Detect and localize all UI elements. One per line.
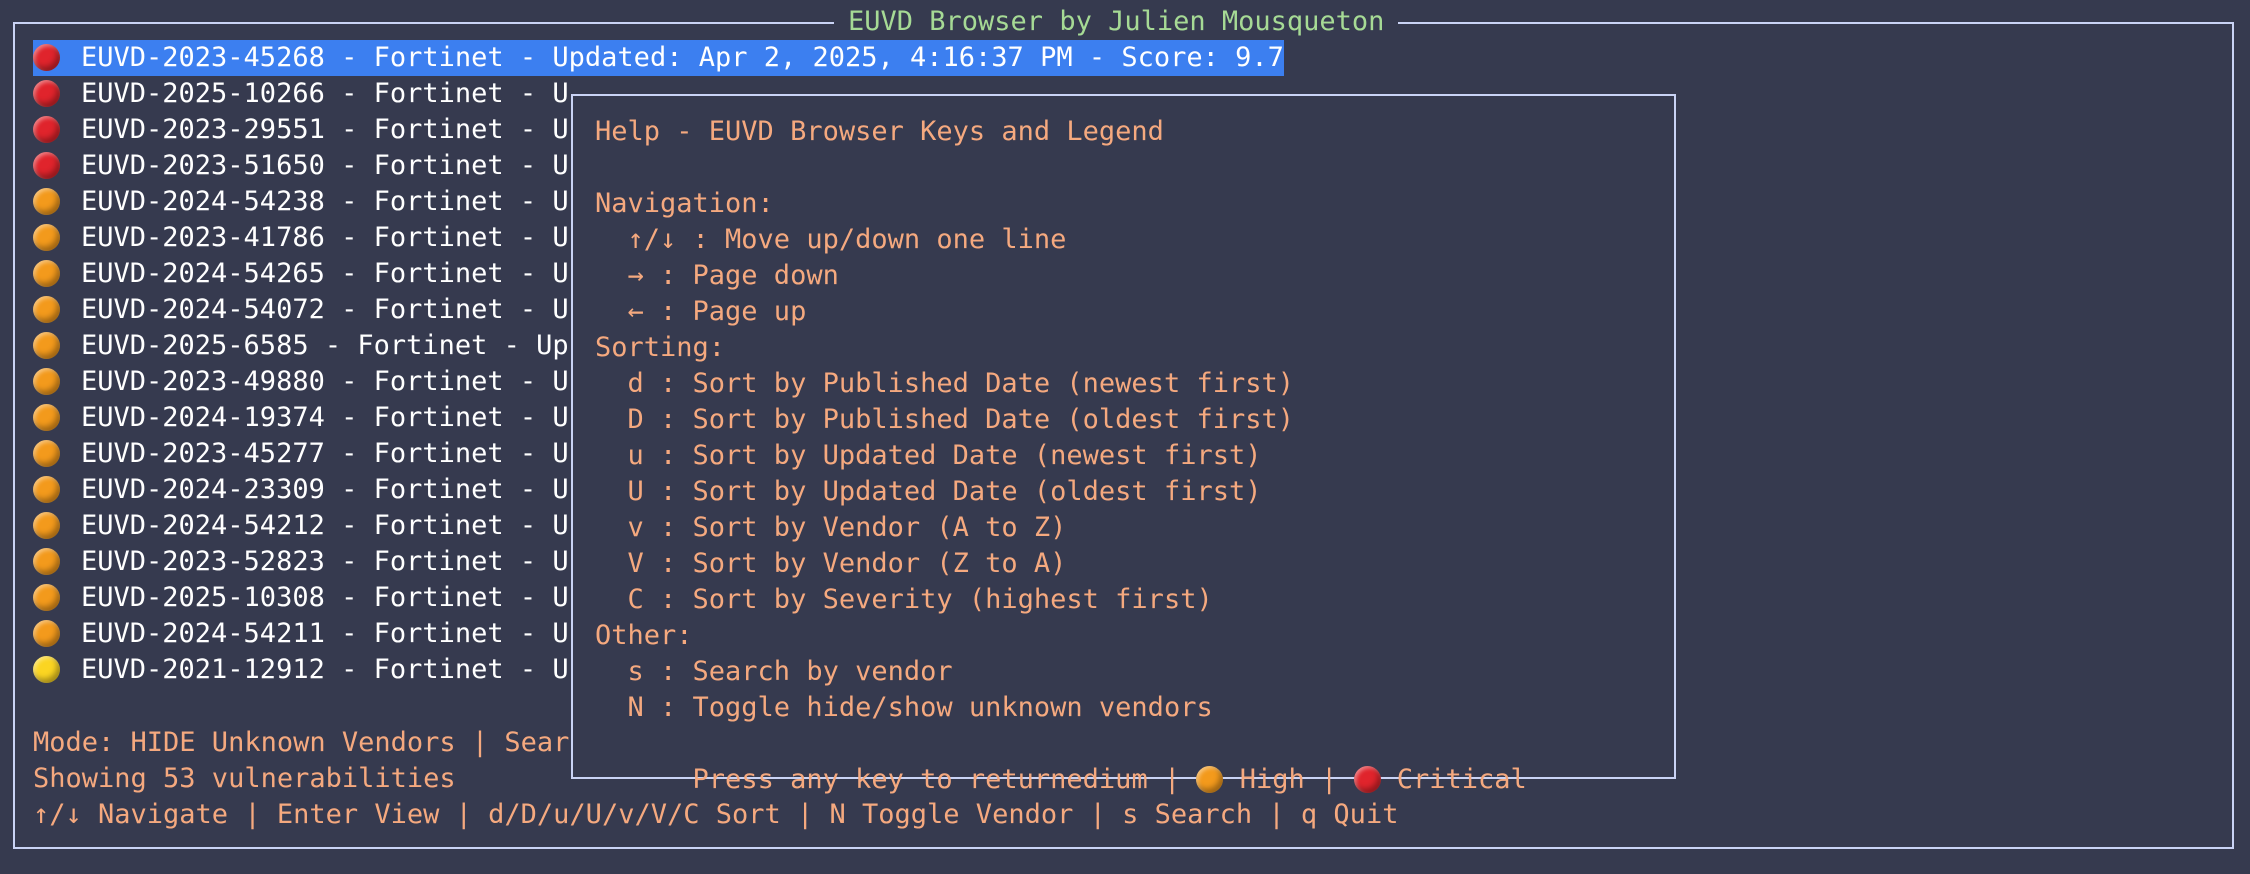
- help-item-toggle-vendors: N : Toggle hide/show unknown vendors: [595, 692, 1213, 723]
- help-item-sort-severity: C : Sort by Severity (highest first): [595, 584, 1213, 615]
- list-item[interactable]: EUVD-2024-54072 - Fortinet - U: [33, 292, 569, 328]
- orange-circle-icon: [33, 548, 60, 575]
- key-hints: ↑/↓ Navigate | Enter View | d/D/u/U/v/V/…: [33, 799, 1399, 830]
- list-item-text: EUVD-2024-23309 - Fortinet - U: [81, 474, 569, 505]
- sorting-header: Sorting:: [595, 332, 726, 363]
- help-item-sort-vendor-za: V : Sort by Vendor (Z to A): [595, 548, 1067, 579]
- orange-circle-icon: [33, 296, 60, 323]
- orange-circle-icon: [33, 440, 60, 467]
- orange-circle-icon: [33, 332, 60, 359]
- orange-circle-icon: [33, 260, 60, 287]
- list-item[interactable]: EUVD-2023-49880 - Fortinet - U: [33, 364, 569, 400]
- terminal-window: EUVD Browser by Julien Mousqueton EUVD-2…: [0, 0, 2250, 874]
- list-item[interactable]: EUVD-2023-51650 - Fortinet - U: [33, 148, 569, 184]
- list-item[interactable]: EUVD-2025-6585 - Fortinet - Up: [33, 328, 569, 364]
- orange-circle-icon: [33, 584, 60, 611]
- list-item-text: EUVD-2023-45277 - Fortinet - U: [81, 438, 569, 469]
- other-header: Other:: [595, 620, 693, 651]
- list-item-text: EUVD-2025-10266 - Fortinet - U: [81, 78, 569, 109]
- list-item-text: EUVD-2024-54212 - Fortinet - U: [81, 510, 569, 541]
- mode-status: Mode: HIDE Unknown Vendors | Sear: [33, 727, 570, 758]
- list-item-text: EUVD-2024-54265 - Fortinet - U: [81, 258, 569, 289]
- list-item[interactable]: EUVD-2023-45268 - Fortinet - Updated: Ap…: [33, 40, 1284, 76]
- vulnerability-count: Showing 53 vulnerabilities: [33, 763, 456, 794]
- list-item-text: EUVD-2023-52823 - Fortinet - U: [81, 546, 569, 577]
- list-item-text: EUVD-2024-54238 - Fortinet - U: [81, 186, 569, 217]
- yellow-circle-icon: [33, 656, 60, 683]
- help-item-search: s : Search by vendor: [595, 656, 953, 687]
- list-item-text: EUVD-2023-51650 - Fortinet - U: [81, 150, 569, 181]
- list-item[interactable]: EUVD-2024-23309 - Fortinet - U: [33, 472, 569, 508]
- help-item-page-up: ← : Page up: [595, 296, 807, 327]
- orange-circle-icon: [33, 476, 60, 503]
- list-item-text: EUVD-2024-54072 - Fortinet - U: [81, 294, 569, 325]
- red-circle-icon: [33, 44, 60, 71]
- navigation-header: Navigation:: [595, 188, 774, 219]
- orange-circle-icon: [33, 188, 60, 215]
- app-title: EUVD Browser by Julien Mousqueton: [834, 7, 1399, 37]
- legend-line: Press any key to returnedium | High | Cr…: [595, 726, 1527, 795]
- list-item[interactable]: EUVD-2023-52823 - Fortinet - U: [33, 544, 569, 580]
- legend-prefix: Press any key to returnedium |: [692, 764, 1197, 795]
- list-item[interactable]: EUVD-2025-10266 - Fortinet - U: [33, 76, 569, 112]
- list-item-text: EUVD-2025-10308 - Fortinet - U: [81, 582, 569, 613]
- orange-circle-icon: [33, 620, 60, 647]
- orange-circle-icon: [33, 404, 60, 431]
- help-title: Help - EUVD Browser Keys and Legend: [595, 116, 1164, 147]
- legend-high-label: High |: [1223, 764, 1354, 795]
- red-circle-icon: [33, 80, 60, 107]
- list-item-text: EUVD-2023-45268 - Fortinet - Updated: Ap…: [81, 42, 1284, 73]
- help-item-up-down: ↑/↓ : Move up/down one line: [595, 224, 1067, 255]
- list-item[interactable]: EUVD-2024-54238 - Fortinet - U: [33, 184, 569, 220]
- list-item[interactable]: EUVD-2024-54212 - Fortinet - U: [33, 508, 569, 544]
- list-item[interactable]: EUVD-2021-12912 - Fortinet - U: [33, 652, 569, 688]
- list-item[interactable]: EUVD-2024-54265 - Fortinet - U: [33, 256, 569, 292]
- orange-circle-icon: [33, 368, 60, 395]
- list-item[interactable]: EUVD-2023-45277 - Fortinet - U: [33, 436, 569, 472]
- list-item-text: EUVD-2025-6585 - Fortinet - Up: [81, 330, 569, 361]
- list-item[interactable]: EUVD-2023-41786 - Fortinet - U: [33, 220, 569, 256]
- list-item[interactable]: EUVD-2023-29551 - Fortinet - U: [33, 112, 569, 148]
- list-item-text: EUVD-2024-54211 - Fortinet - U: [81, 618, 569, 649]
- orange-circle-icon: [1196, 766, 1224, 793]
- list-item-text: EUVD-2024-19374 - Fortinet - U: [81, 402, 569, 433]
- legend-critical-label: Critical: [1380, 764, 1527, 795]
- list-item-text: EUVD-2023-29551 - Fortinet - U: [81, 114, 569, 145]
- list-item[interactable]: EUVD-2025-10308 - Fortinet - U: [33, 580, 569, 616]
- list-item-text: EUVD-2023-49880 - Fortinet - U: [81, 366, 569, 397]
- red-circle-icon: [1353, 766, 1381, 793]
- help-item-page-down: → : Page down: [595, 260, 839, 291]
- help-item-sort-published-oldest: D : Sort by Published Date (oldest first…: [595, 404, 1294, 435]
- help-item-sort-vendor-az: v : Sort by Vendor (A to Z): [595, 512, 1067, 543]
- red-circle-icon: [33, 152, 60, 179]
- list-item[interactable]: EUVD-2024-54211 - Fortinet - U: [33, 616, 569, 652]
- list-item-text: EUVD-2021-12912 - Fortinet - U: [81, 654, 569, 685]
- list-item-text: EUVD-2023-41786 - Fortinet - U: [81, 222, 569, 253]
- list-item[interactable]: EUVD-2024-19374 - Fortinet - U: [33, 400, 569, 436]
- orange-circle-icon: [33, 512, 60, 539]
- orange-circle-icon: [33, 224, 60, 251]
- help-popup[interactable]: Help - EUVD Browser Keys and Legend Navi…: [571, 94, 1676, 795]
- help-item-sort-updated-newest: u : Sort by Updated Date (newest first): [595, 440, 1262, 471]
- red-circle-icon: [33, 116, 60, 143]
- help-item-sort-updated-oldest: U : Sort by Updated Date (oldest first): [595, 476, 1262, 507]
- help-item-sort-published-newest: d : Sort by Published Date (newest first…: [595, 368, 1294, 399]
